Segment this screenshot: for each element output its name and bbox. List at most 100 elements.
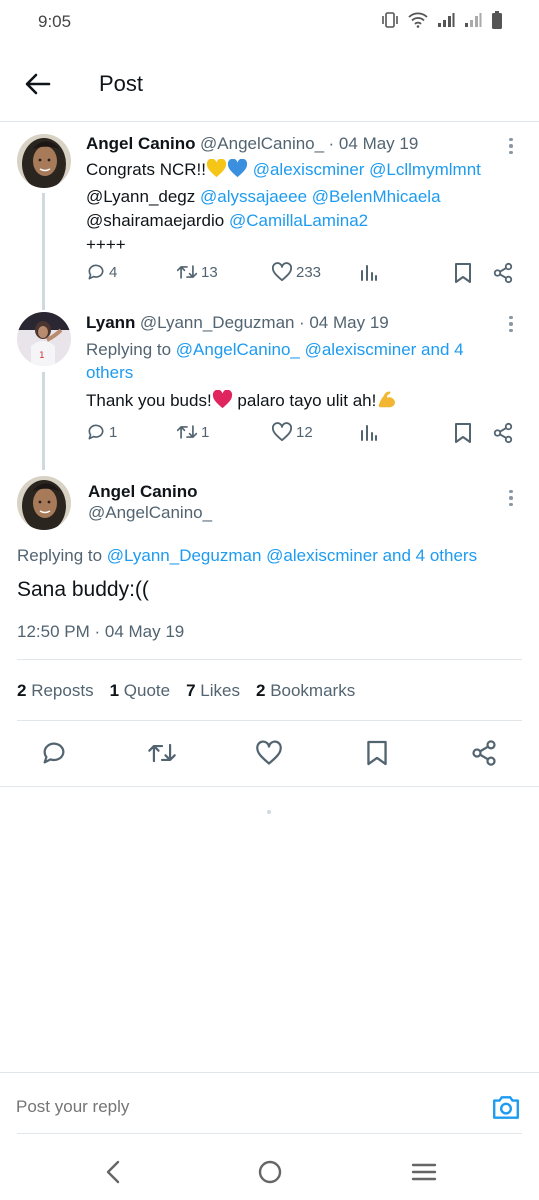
yellow-heart-icon xyxy=(206,158,227,185)
bookmark-button[interactable] xyxy=(360,736,394,770)
author-name[interactable]: Lyann xyxy=(86,313,135,332)
signal-2-icon xyxy=(465,13,482,27)
repost-count: 13 xyxy=(201,263,218,281)
bookmark-icon xyxy=(455,423,471,443)
views-icon xyxy=(361,265,377,281)
status-icons xyxy=(381,11,503,29)
mention-plain: @Lyann_degz xyxy=(86,187,196,206)
tweet-text: Thank you buds! palaro tayo ulit ah! xyxy=(86,388,526,416)
replying-links[interactable]: @Lyann_Deguzman @alexiscminer and 4 othe… xyxy=(107,546,477,565)
main-tweet-text: Sana buddy:(( xyxy=(17,578,149,601)
share-icon xyxy=(472,740,496,766)
reply-icon xyxy=(43,742,65,764)
likes-count: 7 xyxy=(186,681,196,700)
views-button[interactable] xyxy=(359,422,379,442)
reply-button[interactable]: 1 xyxy=(86,422,117,442)
quotes-stat[interactable]: 1 Quote xyxy=(110,681,171,701)
quotes-label: Quote xyxy=(123,681,171,700)
divider xyxy=(17,1133,522,1134)
more-icon[interactable] xyxy=(501,134,521,158)
avatar-image: 1 xyxy=(17,312,71,366)
reply-icon xyxy=(88,424,104,440)
vibrate-icon xyxy=(382,12,398,28)
back-arrow-icon xyxy=(25,73,51,95)
reply-input[interactable] xyxy=(16,1097,456,1117)
author-handle[interactable]: @AngelCanino_ xyxy=(200,134,324,153)
like-button[interactable]: 12 xyxy=(271,422,313,442)
likes-stat[interactable]: 7 Likes xyxy=(186,681,240,701)
share-button[interactable] xyxy=(492,262,514,284)
like-icon xyxy=(256,740,282,765)
battery-icon xyxy=(492,11,502,29)
repost-button[interactable] xyxy=(145,736,179,770)
bookmark-button[interactable] xyxy=(454,262,472,284)
like-count: 12 xyxy=(296,423,313,441)
reply-button[interactable]: 4 xyxy=(86,262,117,282)
replying-to: Replying to @Lyann_Deguzman @alexiscmine… xyxy=(17,544,527,567)
status-bar: 9:05 xyxy=(0,0,539,44)
reply-button[interactable] xyxy=(37,736,71,770)
likes-label: Likes xyxy=(200,681,240,700)
share-icon xyxy=(493,262,513,284)
header-divider xyxy=(0,121,539,122)
mention-links[interactable]: @CamillaLamina2 xyxy=(229,211,368,230)
avatar[interactable] xyxy=(17,134,71,188)
divider xyxy=(17,720,522,721)
flexed-bicep-icon xyxy=(376,388,397,416)
tweet-text-prefix: Congrats NCR!! xyxy=(86,160,206,179)
avatar[interactable] xyxy=(17,476,71,530)
bookmarks-count: 2 xyxy=(255,681,266,700)
nav-recents-button[interactable] xyxy=(410,1158,438,1186)
bookmark-icon xyxy=(367,740,387,766)
reposts-label: Reposts xyxy=(31,681,94,700)
author-name[interactable]: Angel Canino xyxy=(88,482,198,502)
repost-icon xyxy=(176,265,198,279)
share-button[interactable] xyxy=(467,736,501,770)
nav-home-icon xyxy=(258,1160,282,1184)
nav-home-button[interactable] xyxy=(256,1158,284,1186)
like-count: 233 xyxy=(296,263,322,281)
page-title: Post xyxy=(99,71,144,96)
mention-plain: @shairamaejardio xyxy=(86,211,225,230)
like-button[interactable] xyxy=(252,736,286,770)
more-icon[interactable] xyxy=(501,486,521,510)
tweet-header: Angel Canino @AngelCanino_ · 04 May 19 xyxy=(86,134,506,154)
views-button[interactable] xyxy=(359,262,379,282)
avatar-image xyxy=(17,476,71,530)
nav-recents-icon xyxy=(411,1163,437,1181)
tweet-date: · 04 May 19 xyxy=(298,313,389,332)
tweet-actions: 1 1 12 xyxy=(86,422,516,446)
tweet-date: · 04 May 19 xyxy=(328,134,419,153)
svg-text:1: 1 xyxy=(39,351,45,361)
thread-line xyxy=(42,193,45,306)
share-button[interactable] xyxy=(492,422,514,444)
author-handle[interactable]: @AngelCanino_ xyxy=(88,503,212,523)
nav-back-button[interactable] xyxy=(100,1158,128,1186)
like-button[interactable]: 233 xyxy=(271,262,321,282)
avatar[interactable]: 1 xyxy=(17,312,71,366)
back-button[interactable] xyxy=(20,66,56,102)
status-time: 9:05 xyxy=(38,12,72,31)
divider xyxy=(17,659,522,660)
red-heart-icon xyxy=(212,389,233,416)
author-name[interactable]: Angel Canino xyxy=(86,134,196,153)
reply-icon xyxy=(88,264,104,280)
wifi-icon xyxy=(408,12,428,28)
mention-links[interactable]: @alexiscminer @Lcllmymlmnt xyxy=(253,160,481,179)
mention-links[interactable]: @alyssajaeee @BelenMhicaela xyxy=(200,187,441,206)
bookmark-button[interactable] xyxy=(454,422,472,444)
repost-icon xyxy=(148,743,176,763)
author-handle[interactable]: @Lyann_Deguzman xyxy=(140,313,295,332)
tweet-text-suffix: ++++ xyxy=(86,235,126,254)
like-icon xyxy=(271,262,293,282)
repost-button[interactable]: 1 xyxy=(176,422,209,442)
thread-line xyxy=(42,296,45,310)
bookmarks-label: Bookmarks xyxy=(270,681,356,700)
repost-button[interactable]: 13 xyxy=(176,262,218,282)
camera-button[interactable] xyxy=(491,1093,521,1123)
repost-count: 1 xyxy=(201,423,210,441)
reposts-stat[interactable]: 2 Reposts xyxy=(17,681,94,701)
tweet-text-main: Thank you buds! xyxy=(86,391,212,410)
bookmarks-stat[interactable]: 2 Bookmarks xyxy=(256,681,355,701)
more-icon[interactable] xyxy=(501,312,521,336)
